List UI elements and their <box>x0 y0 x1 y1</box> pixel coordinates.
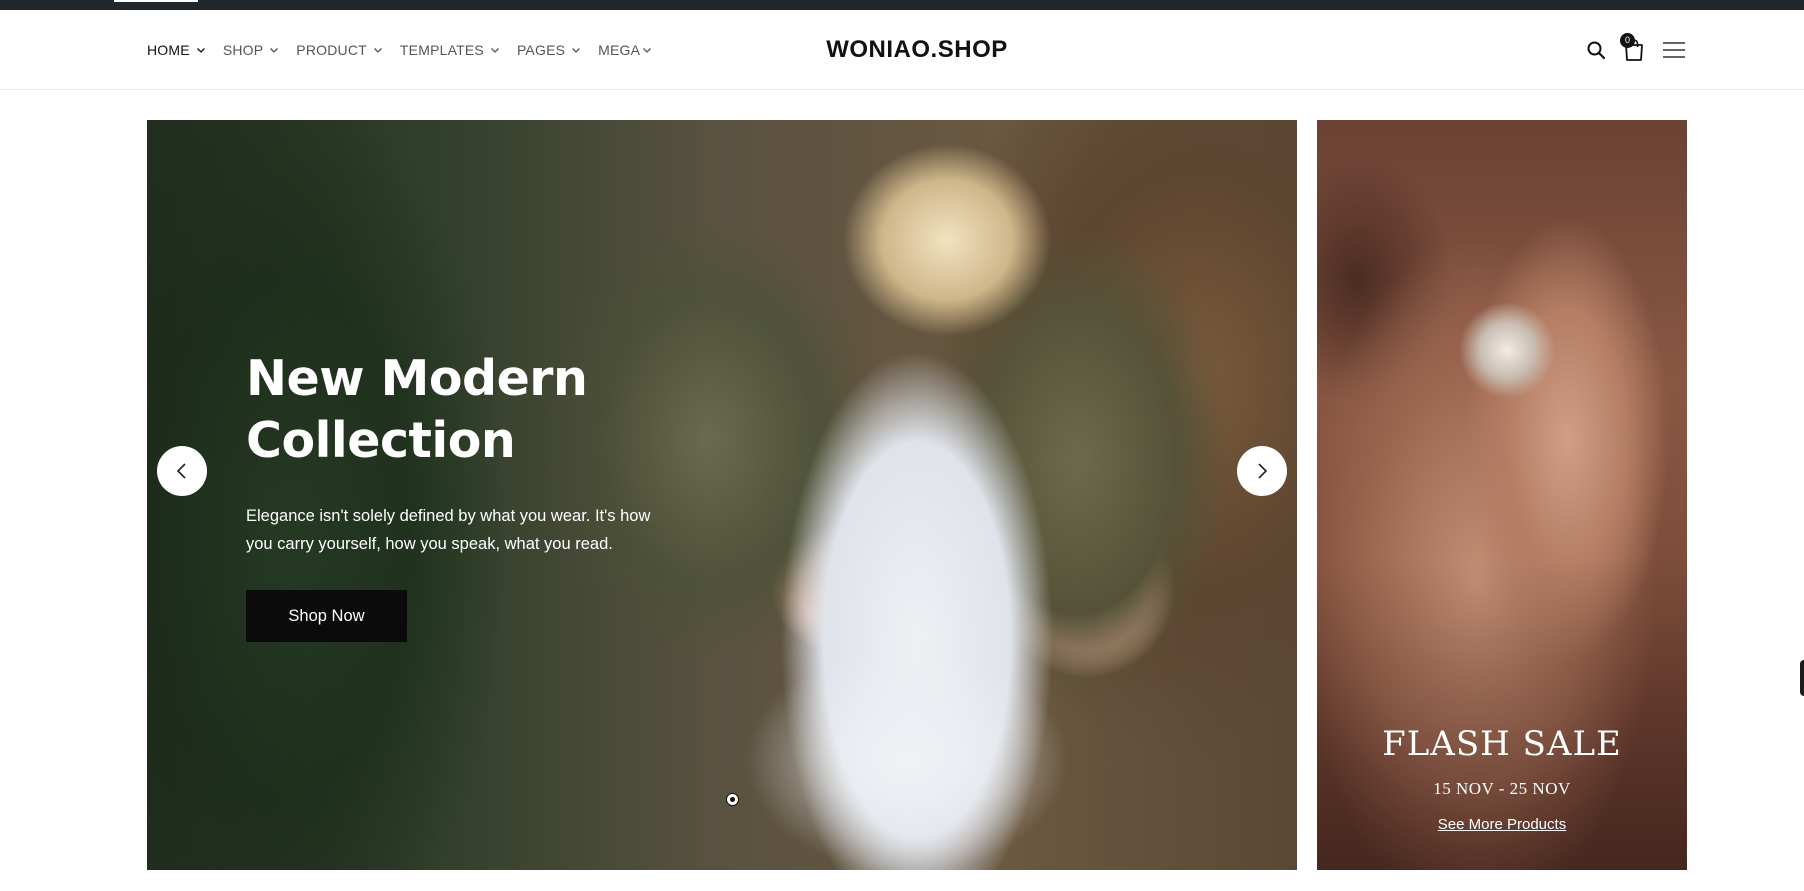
hero-title-line: New Modern <box>246 350 588 407</box>
cart-button[interactable]: 0 <box>1620 33 1646 62</box>
nav-item-product[interactable]: PRODUCT <box>296 42 383 58</box>
chevron-down-icon <box>196 48 205 53</box>
nav-label: PRODUCT <box>296 42 367 58</box>
flash-sale-dates: 15 NOV - 25 NOV <box>1433 779 1571 798</box>
shop-now-button[interactable]: Shop Now <box>246 590 407 642</box>
cart-count-badge: 0 <box>1620 33 1635 48</box>
slider-prev-button[interactable] <box>157 446 207 496</box>
nav-label: PAGES <box>516 42 566 58</box>
chevron-left-icon <box>176 463 186 479</box>
hero-title: New Modern Collection <box>246 348 666 472</box>
nav-item-home[interactable]: HOME <box>147 42 206 58</box>
chevron-down-icon <box>643 48 652 53</box>
search-icon <box>1587 41 1606 60</box>
nav-label: HOME <box>147 42 190 58</box>
nav-label: SHOP <box>222 42 264 58</box>
chevron-down-icon <box>373 48 382 53</box>
nav-label: MEGA <box>598 42 641 58</box>
hero-image-overlay <box>147 120 707 870</box>
site-logo[interactable]: WONIAO.SHOP <box>800 10 1034 90</box>
nav-item-shop[interactable]: SHOP <box>223 42 279 58</box>
slider-dot[interactable] <box>726 793 739 806</box>
hero-description: Elegance isn't solely defined by what yo… <box>246 507 651 553</box>
topbar-active-indicator <box>114 0 198 2</box>
hero-slider: New Modern Collection Elegance isn't sol… <box>147 120 1297 870</box>
chevron-down-icon <box>572 48 581 53</box>
main-nav: HOME SHOP PRODUCT TEMPLATES PAGES MEGA <box>147 10 669 90</box>
menu-icon <box>1663 42 1685 58</box>
chevron-right-icon <box>1258 463 1268 479</box>
chevron-down-icon <box>270 48 279 53</box>
top-announcement-bar <box>0 0 1804 10</box>
side-panel-handle[interactable] <box>1800 660 1804 696</box>
slider-next-button[interactable] <box>1237 446 1287 496</box>
site-header: HOME SHOP PRODUCT TEMPLATES PAGES MEGA W… <box>0 10 1804 90</box>
search-button[interactable] <box>1584 38 1608 62</box>
nav-item-pages[interactable]: PAGES <box>517 42 581 58</box>
header-tools: 0 <box>1584 33 1686 62</box>
chevron-down-icon <box>490 48 499 53</box>
nav-item-mega[interactable]: MEGA <box>598 42 652 58</box>
nav-label: TEMPLATES <box>399 42 484 58</box>
menu-button[interactable] <box>1662 38 1686 62</box>
see-more-products-link[interactable]: See More Products <box>1317 816 1687 833</box>
nav-item-templates[interactable]: TEMPLATES <box>400 42 500 58</box>
hero-title-line: Collection <box>246 412 516 469</box>
flash-sale-title: FLASH SALE <box>1382 724 1622 764</box>
flash-sale-banner[interactable]: FLASH SALE 15 NOV - 25 NOV See More Prod… <box>1317 120 1687 870</box>
